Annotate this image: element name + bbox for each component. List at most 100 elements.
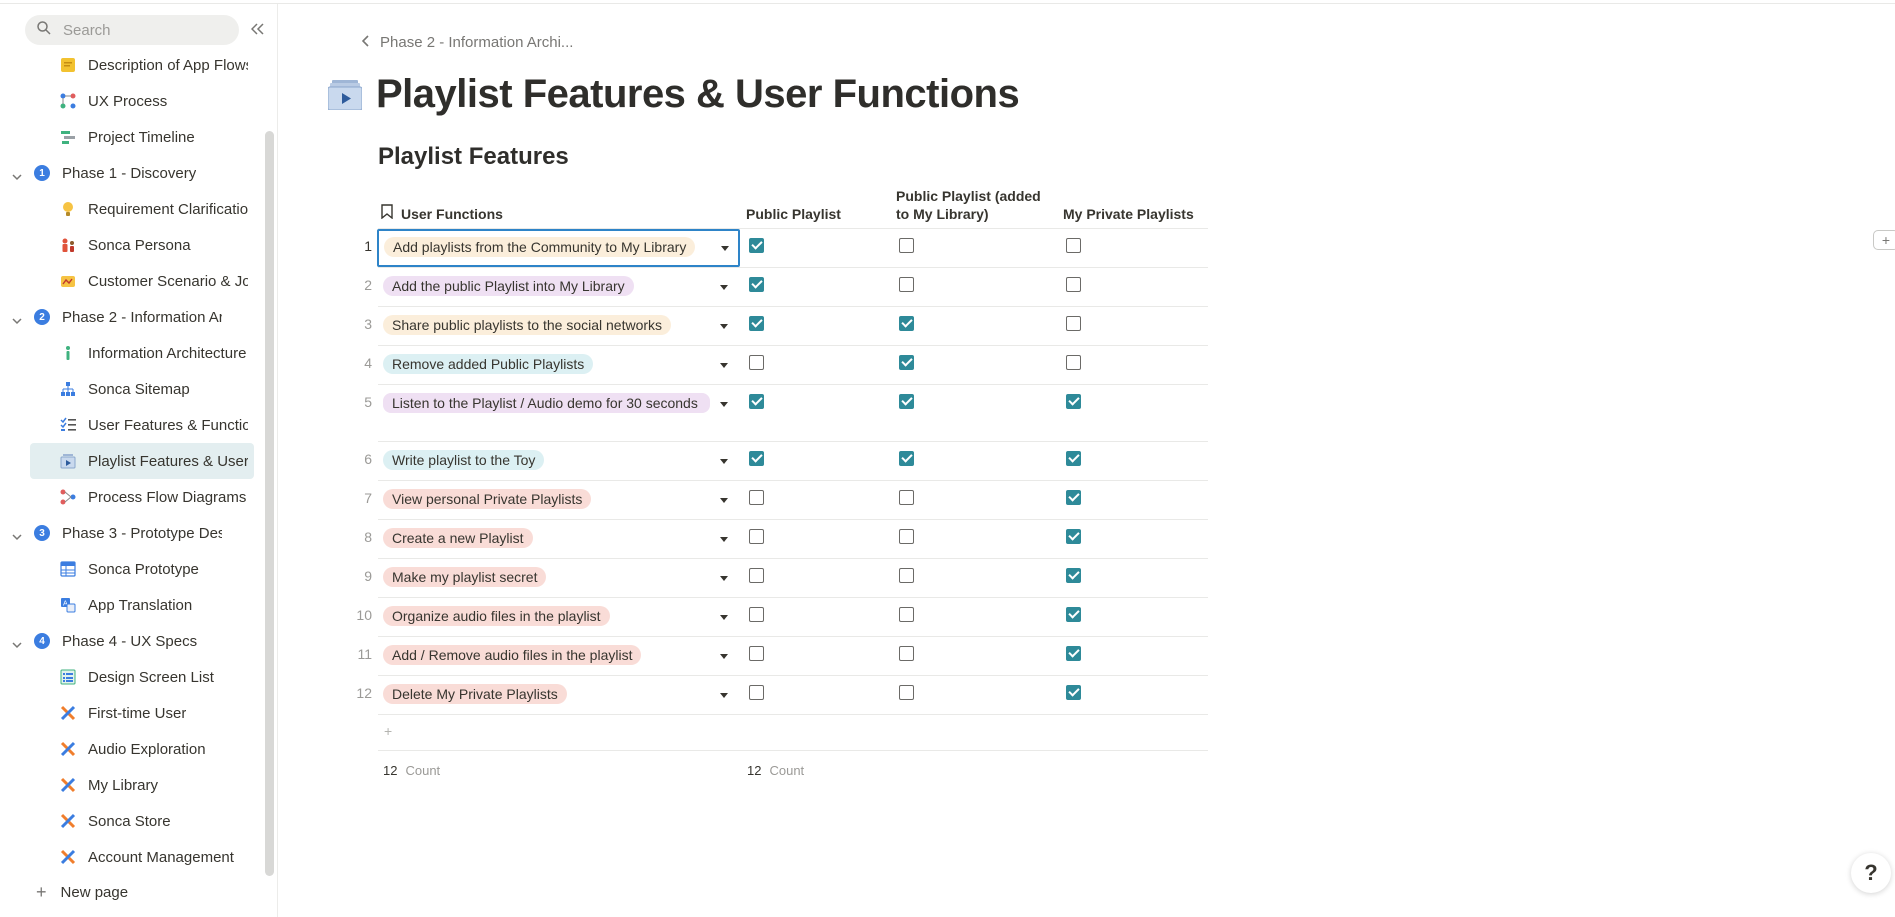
add-column-button[interactable]: + [1873, 230, 1895, 250]
private-playlist-checkbox[interactable] [1066, 646, 1081, 661]
public-playlist-checkbox[interactable] [749, 529, 764, 544]
chevron-down-icon[interactable] [12, 312, 22, 329]
sidebar-item[interactable]: Sonca Sitemap [0, 371, 262, 407]
dropdown-caret-icon[interactable] [720, 537, 728, 542]
private-playlist-checkbox[interactable] [1066, 529, 1081, 544]
public-added-checkbox[interactable] [899, 277, 914, 292]
dropdown-caret-icon[interactable] [720, 402, 728, 407]
public-playlist-checkbox[interactable] [749, 685, 764, 700]
sidebar-item[interactable]: Project Timeline [0, 119, 262, 155]
sidebar-phase-item[interactable]: 2 Phase 2 - Information Architecture [0, 299, 262, 335]
public-playlist-checkbox[interactable] [749, 490, 764, 505]
public-playlist-count[interactable]: 12 Count [747, 763, 804, 778]
dropdown-caret-icon[interactable] [720, 576, 728, 581]
user-functions-count[interactable]: 12 Count [383, 763, 440, 778]
public-added-checkbox[interactable] [899, 394, 914, 409]
public-added-checkbox[interactable] [899, 238, 914, 253]
public-added-checkbox[interactable] [899, 685, 914, 700]
public-playlist-checkbox[interactable] [749, 355, 764, 370]
sidebar-item[interactable]: Account Management [0, 839, 262, 875]
sidebar-phase-item[interactable]: 3 Phase 3 - Prototype Design [0, 515, 262, 551]
dropdown-caret-icon[interactable] [720, 693, 728, 698]
private-playlist-checkbox[interactable] [1066, 238, 1081, 253]
private-playlist-checkbox[interactable] [1066, 685, 1081, 700]
public-added-checkbox[interactable] [899, 568, 914, 583]
sidebar-item[interactable]: Sonca Prototype [0, 551, 262, 587]
sidebar-phase-item[interactable]: 1 Phase 1 - Discovery [0, 155, 262, 191]
add-row-button[interactable]: + [378, 715, 1208, 751]
sidebar-phase-item[interactable]: 4 Phase 4 - UX Specs [0, 623, 262, 659]
sidebar-item[interactable]: Sonca Store [0, 803, 262, 839]
chevron-down-icon[interactable] [12, 636, 22, 653]
user-function-cell[interactable]: View personal Private Playlists [378, 483, 740, 518]
dropdown-caret-icon[interactable] [720, 363, 728, 368]
private-playlist-checkbox[interactable] [1066, 394, 1081, 409]
sidebar-item[interactable]: Requirement Clarification [0, 191, 262, 227]
sidebar-item[interactable]: Playlist Features & User Functions [30, 443, 254, 479]
public-playlist-checkbox[interactable] [749, 451, 764, 466]
user-function-cell[interactable]: Create a new Playlist [378, 522, 740, 557]
private-playlist-checkbox[interactable] [1066, 277, 1081, 292]
user-function-cell[interactable]: Organize audio files in the playlist [378, 600, 740, 635]
dropdown-caret-icon[interactable] [720, 654, 728, 659]
dropdown-caret-icon[interactable] [720, 615, 728, 620]
user-function-cell[interactable]: Share public playlists to the social net… [378, 309, 740, 344]
public-playlist-checkbox[interactable] [749, 277, 764, 292]
public-playlist-checkbox[interactable] [749, 568, 764, 583]
public-playlist-checkbox[interactable] [749, 394, 764, 409]
private-playlist-checkbox[interactable] [1066, 355, 1081, 370]
sidebar-item[interactable]: Information Architecture [0, 335, 262, 371]
user-function-cell[interactable]: Add / Remove audio files in the playlist [378, 639, 740, 674]
collapse-sidebar-button[interactable] [247, 18, 269, 40]
public-playlist-checkbox[interactable] [749, 316, 764, 331]
sidebar-item[interactable]: Customer Scenario & Journey [0, 263, 262, 299]
dropdown-caret-icon[interactable] [720, 324, 728, 329]
help-button[interactable]: ? [1851, 853, 1891, 893]
sidebar-item[interactable]: Audio Exploration [0, 731, 262, 767]
public-added-checkbox[interactable] [899, 490, 914, 505]
sidebar-item[interactable]: Process Flow Diagrams [0, 479, 262, 515]
public-added-checkbox[interactable] [899, 355, 914, 370]
public-playlist-checkbox[interactable] [749, 607, 764, 622]
public-added-checkbox[interactable] [899, 316, 914, 331]
private-playlist-checkbox[interactable] [1066, 568, 1081, 583]
sidebar-item[interactable]: Design Screen List [0, 659, 262, 695]
sidebar-item[interactable]: My Library [0, 767, 262, 803]
column-header-user-functions[interactable]: User Functions [381, 204, 503, 223]
dropdown-caret-icon[interactable] [720, 285, 728, 290]
sidebar-item[interactable]: First-time User [0, 695, 262, 731]
public-added-checkbox[interactable] [899, 607, 914, 622]
sidebar-item[interactable]: UX Process [0, 83, 262, 119]
playlist-page-icon[interactable] [327, 80, 363, 115]
sidebar-item[interactable]: A App Translation [0, 587, 262, 623]
user-function-cell[interactable]: Add the public Playlist into My Library [378, 270, 740, 305]
user-function-cell[interactable]: Remove added Public Playlists [378, 348, 740, 383]
user-function-cell[interactable]: Delete My Private Playlists [378, 678, 740, 713]
breadcrumb[interactable]: Phase 2 - Information Archi... [361, 34, 573, 51]
public-playlist-checkbox[interactable] [749, 646, 764, 661]
public-added-checkbox[interactable] [899, 529, 914, 544]
sidebar-item[interactable]: Description of App Flows [0, 47, 262, 83]
column-header-public-playlist[interactable]: Public Playlist [746, 205, 841, 223]
dropdown-caret-icon[interactable] [721, 246, 729, 251]
new-page-button[interactable]: + New page [36, 882, 128, 903]
private-playlist-checkbox[interactable] [1066, 607, 1081, 622]
public-added-checkbox[interactable] [899, 646, 914, 661]
private-playlist-checkbox[interactable] [1066, 490, 1081, 505]
user-function-cell[interactable]: Write playlist to the Toy [378, 444, 740, 479]
public-added-checkbox[interactable] [899, 451, 914, 466]
user-function-cell[interactable]: Add playlists from the Community to My L… [377, 229, 740, 267]
sidebar-item[interactable]: User Features & Functions [0, 407, 262, 443]
search-input[interactable]: Search [25, 15, 239, 45]
chevron-down-icon[interactable] [12, 528, 22, 545]
column-header-my-private-playlists[interactable]: My Private Playlists [1063, 205, 1194, 223]
private-playlist-checkbox[interactable] [1066, 451, 1081, 466]
public-playlist-checkbox[interactable] [749, 238, 764, 253]
dropdown-caret-icon[interactable] [720, 459, 728, 464]
private-playlist-checkbox[interactable] [1066, 316, 1081, 331]
column-header-public-playlist-added[interactable]: Public Playlist (added to My Library) [896, 187, 1056, 223]
dropdown-caret-icon[interactable] [720, 498, 728, 503]
user-function-cell[interactable]: Listen to the Playlist / Audio demo for … [378, 387, 740, 422]
sidebar-item[interactable]: Sonca Persona [0, 227, 262, 263]
user-function-cell[interactable]: Make my playlist secret [378, 561, 740, 596]
